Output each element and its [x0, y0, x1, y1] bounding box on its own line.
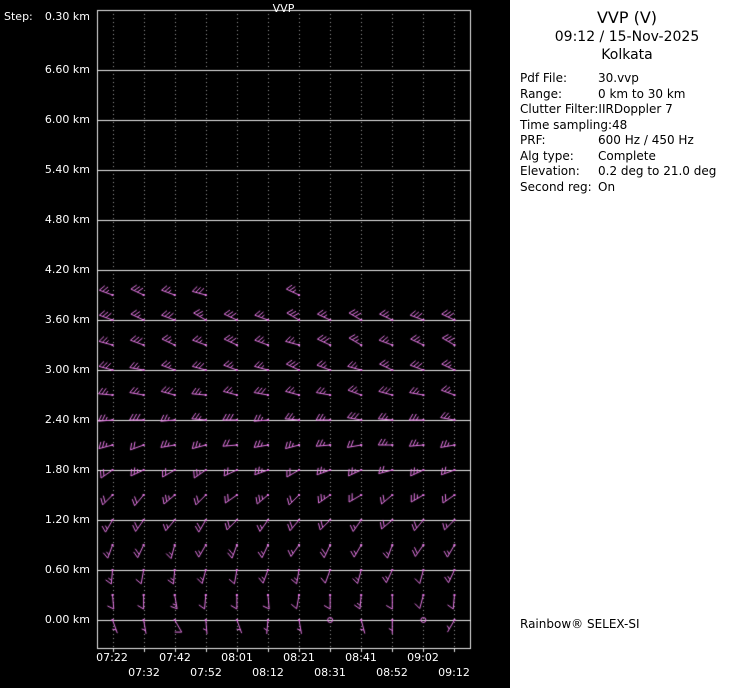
parameter-label: Range:	[520, 86, 563, 101]
parameter-label: Time sampling:	[520, 117, 613, 132]
y-axis-step-value: 0.30 km	[44, 10, 90, 23]
parameter-label: Pdf File:	[520, 71, 568, 85]
y-axis-tick-label: 2.40 km	[44, 413, 90, 426]
parameter-label: Second reg:	[520, 179, 592, 194]
y-axis-tick-label: 4.80 km	[44, 213, 90, 226]
vendor-footer: Rainbow® SELEX-SI	[520, 617, 640, 631]
wind-profile-panel: VVP Step: 0.30 km 6.60 km 6.00 km 5.40 k…	[0, 0, 510, 688]
parameter-row: Time sampling: 48	[520, 118, 740, 134]
y-axis-tick-label: 6.60 km	[44, 63, 90, 76]
parameter-value: 600 Hz / 450 Hz	[598, 133, 694, 147]
site-name: Kolkata	[601, 47, 653, 63]
x-axis-time-label: 08:31	[314, 666, 346, 679]
y-axis-tick-label: 4.20 km	[44, 263, 90, 276]
x-axis-time-label: 09:02	[407, 651, 439, 664]
parameter-value: IIRDoppler 7	[598, 102, 673, 116]
y-axis-tick-label: 5.40 km	[44, 163, 90, 176]
chart-title: VVP	[272, 2, 295, 15]
scan-datetime: 09:12 / 15-Nov-2025	[554, 29, 700, 45]
parameter-row: Pdf File: 30.vvp	[520, 71, 740, 87]
parameter-row: Clutter Filter: IIRDoppler 7	[520, 102, 740, 118]
parameter-value: Complete	[598, 148, 656, 163]
y-axis-tick-label: 1.20 km	[44, 513, 90, 526]
x-axis-time-label: 08:01	[221, 651, 253, 664]
parameter-label: Alg type:	[520, 148, 574, 163]
parameter-row: Alg type: Complete	[520, 149, 740, 165]
y-axis-tick-label: 3.00 km	[44, 363, 90, 376]
y-axis-tick-label: 6.00 km	[44, 113, 90, 126]
x-axis-time-label: 08:21	[283, 651, 315, 664]
parameter-row: Elevation: 0.2 deg to 21.0 deg	[520, 164, 740, 180]
y-axis-tick-label: 1.80 km	[44, 463, 90, 476]
x-axis-time-label: 08:41	[345, 651, 377, 664]
x-axis-time-label: 09:12	[438, 666, 470, 679]
y-axis-tick-label: 0.00 km	[44, 613, 90, 626]
x-axis-time-label: 07:32	[128, 666, 160, 679]
x-axis-time-label: 07:22	[96, 651, 128, 664]
parameter-value: 0 km to 30 km	[598, 86, 686, 101]
parameter-value: 0.2 deg to 21.0 deg	[598, 164, 717, 178]
parameter-row: Range: 0 km to 30 km	[520, 87, 740, 103]
parameter-label: Clutter Filter:	[520, 102, 599, 116]
x-axis-time-label: 08:52	[376, 666, 408, 679]
parameter-label: Elevation:	[520, 164, 580, 178]
y-axis-tick-label: 0.60 km	[44, 563, 90, 576]
parameter-label: PRF:	[520, 133, 546, 147]
vvp-product-window: VVP Step: 0.30 km 6.60 km 6.00 km 5.40 k…	[0, 0, 744, 688]
product-parameters: Pdf File: 30.vvp Range: 0 km to 30 km Cl…	[520, 71, 740, 195]
parameter-row: PRF: 600 Hz / 450 Hz	[520, 133, 740, 149]
x-axis-time-label: 07:52	[190, 666, 222, 679]
parameter-value: 30.vvp	[598, 71, 639, 85]
wind-barb-chart	[0, 0, 510, 688]
info-panel: VVP (V) 09:12 / 15-Nov-2025 Kolkata Pdf …	[510, 0, 744, 688]
parameter-value: On	[598, 179, 616, 194]
x-axis-time-label: 07:42	[159, 651, 191, 664]
y-axis-tick-label: 3.60 km	[44, 313, 90, 326]
x-axis-time-label: 08:12	[252, 666, 284, 679]
parameter-row: Second reg: On	[520, 180, 740, 196]
product-title: VVP (V)	[596, 8, 658, 27]
parameter-value: 48	[612, 117, 628, 132]
